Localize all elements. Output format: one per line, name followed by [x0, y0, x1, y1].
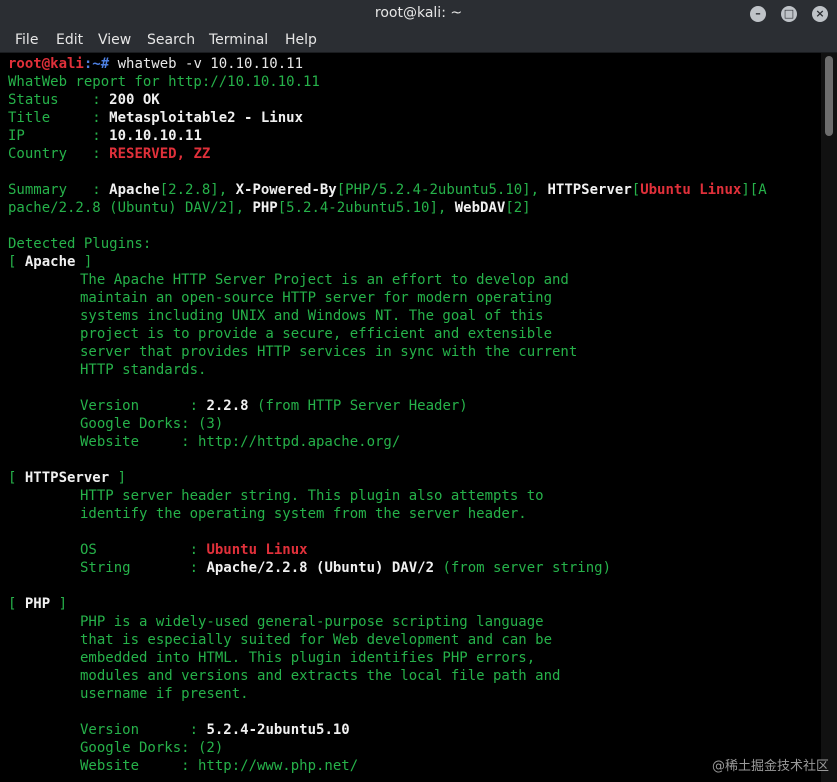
- status-line: Status : 200 OK: [8, 92, 160, 108]
- php-desc-line: that is especially suited for Web develo…: [80, 632, 553, 648]
- prompt-line: root@kali:~# whatweb -v 10.10.10.11: [8, 55, 303, 73]
- window-title: root@kali: ~: [374, 5, 463, 21]
- summary-line-1: Summary : Apache[2.2.8], X-Powered-By[PH…: [8, 182, 767, 198]
- report-header: WhatWeb report for http://10.10.10.11: [8, 74, 320, 90]
- watermark: @稀土掘金技术社区: [711, 759, 829, 774]
- apache-desc-line: systems including UNIX and Windows NT. T…: [80, 308, 544, 324]
- httpserver-desc-line: HTTP server header string. This plugin a…: [80, 488, 544, 504]
- menu-bar: File Edit View Search Terminal Help: [0, 28, 837, 53]
- minimize-icon[interactable]: –: [750, 6, 766, 22]
- terminal-output[interactable]: root@kali:~# whatweb -v 10.10.10.11 What…: [0, 53, 821, 782]
- maximize-icon[interactable]: □: [781, 6, 797, 22]
- httpserver-desc-line: identify the operating system from the s…: [80, 506, 527, 522]
- apache-desc-line: HTTP standards.: [80, 362, 207, 378]
- apache-desc-line: The Apache HTTP Server Project is an eff…: [80, 272, 569, 288]
- apache-desc-line: maintain an open-source HTTP server for …: [80, 290, 553, 306]
- detected-plugins-heading: Detected Plugins:: [8, 236, 152, 252]
- httpserver-os-line: OS : Ubuntu Linux: [80, 542, 308, 558]
- php-dorks-line: Google Dorks: (2): [80, 740, 224, 756]
- menu-edit[interactable]: Edit: [56, 32, 83, 48]
- php-desc-line: PHP is a widely-used general-purpose scr…: [80, 614, 544, 630]
- php-desc-line: username if present.: [80, 686, 249, 702]
- plugin-httpserver-heading: [ HTTPServer ]: [8, 470, 127, 486]
- apache-website-line: Website : http://httpd.apache.org/: [80, 434, 401, 450]
- menu-help[interactable]: Help: [285, 32, 317, 48]
- scrollbar-track[interactable]: [821, 53, 837, 782]
- menu-file[interactable]: File: [15, 32, 38, 48]
- plugin-apache-heading: [ Apache ]: [8, 254, 93, 270]
- menu-view[interactable]: View: [98, 32, 131, 48]
- menu-terminal[interactable]: Terminal: [209, 32, 268, 48]
- apache-dorks-line: Google Dorks: (3): [80, 416, 224, 432]
- scrollbar-thumb[interactable]: [825, 56, 833, 136]
- php-desc-line: embedded into HTML. This plugin identifi…: [80, 650, 536, 666]
- summary-line-2: pache/2.2.8 (Ubuntu) DAV/2], PHP[5.2.4-2…: [8, 200, 531, 216]
- prompt-user: root@kali: [8, 56, 84, 72]
- apache-desc-line: project is to provide a secure, efficien…: [80, 326, 553, 342]
- php-website-line: Website : http://www.php.net/: [80, 758, 359, 774]
- title-line: Title : Metasploitable2 - Linux: [8, 110, 304, 126]
- prompt-path: :~#: [83, 56, 110, 72]
- httpserver-string-line: String : Apache/2.2.8 (Ubuntu) DAV/2 (fr…: [80, 560, 612, 576]
- php-version-line: Version : 5.2.4-2ubuntu5.10: [80, 722, 350, 738]
- php-desc-line: modules and versions and extracts the lo…: [80, 668, 561, 684]
- prompt-command: whatweb -v 10.10.10.11: [109, 56, 304, 72]
- country-line: Country : RESERVED, ZZ: [8, 146, 211, 162]
- menu-search[interactable]: Search: [147, 32, 195, 48]
- plugin-php-heading: [ PHP ]: [8, 596, 68, 612]
- apache-desc-line: server that provides HTTP services in sy…: [80, 344, 578, 360]
- close-icon[interactable]: ×: [812, 6, 828, 22]
- apache-version-line: Version : 2.2.8 (from HTTP Server Header…: [80, 398, 468, 414]
- title-bar: root@kali: ~ – □ ×: [0, 0, 837, 28]
- ip-line: IP : 10.10.10.11: [8, 128, 202, 144]
